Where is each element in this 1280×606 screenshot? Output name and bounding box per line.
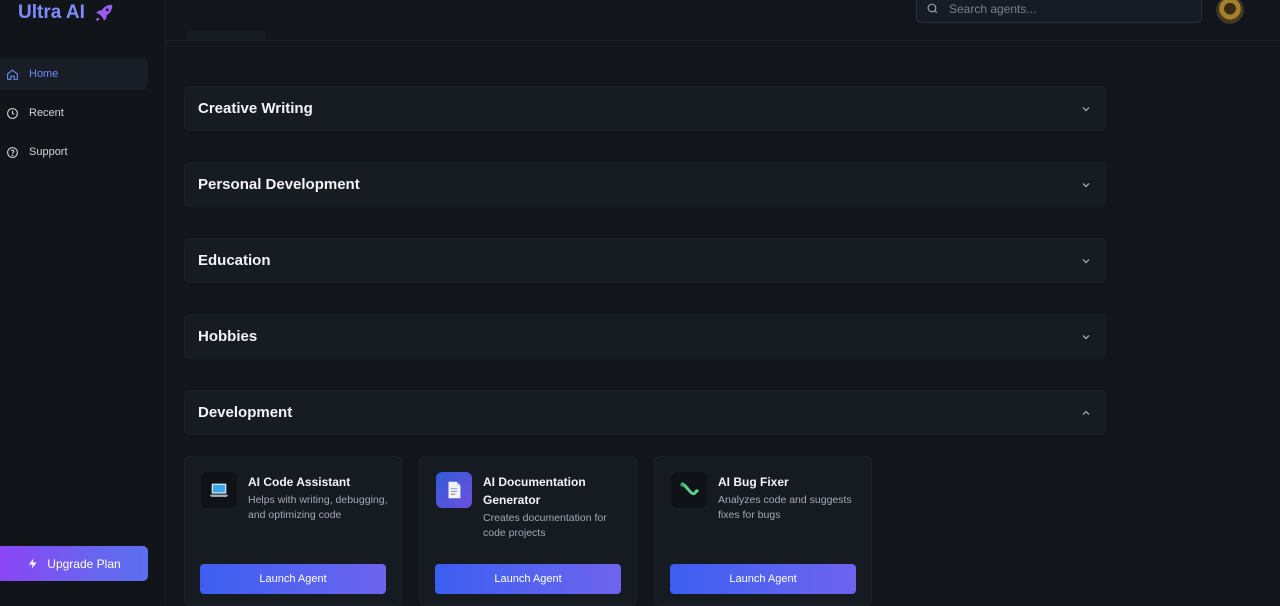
agent-card-bug-fixer: AI Bug Fixer Analyzes code and suggests …	[654, 456, 872, 606]
search-icon	[927, 3, 938, 14]
bug-icon	[680, 482, 699, 496]
home-icon	[7, 68, 18, 80]
avatar[interactable]	[1216, 0, 1244, 24]
lightning-icon	[29, 558, 37, 569]
category-title: Personal Development	[198, 176, 360, 193]
agent-title: AI Documentation Generator	[483, 475, 586, 507]
clock-icon	[7, 107, 18, 119]
sidebar-item-label: Home	[29, 68, 59, 80]
breadcrumb	[186, 30, 266, 40]
chevron-down-icon	[1082, 182, 1090, 187]
launch-agent-button[interactable]: Launch Agent	[670, 564, 856, 594]
agent-cards: AI Code Assistant Helps with writing, de…	[184, 456, 872, 606]
chevron-up-icon	[1082, 410, 1090, 415]
agent-icon-tile	[671, 472, 707, 508]
sidebar-item-label: Recent	[29, 107, 64, 119]
upgrade-plan-label: Upgrade Plan	[47, 556, 121, 571]
category-hobbies[interactable]: Hobbies	[184, 314, 1106, 359]
launch-agent-button[interactable]: Launch Agent	[200, 564, 386, 594]
sidebar-item-support[interactable]: Support	[0, 136, 148, 168]
category-title: Hobbies	[198, 328, 258, 345]
rocket-icon	[96, 4, 113, 21]
category-education[interactable]: Education	[184, 238, 1106, 283]
category-personal-development[interactable]: Personal Development	[184, 162, 1106, 207]
upgrade-plan-button[interactable]: Upgrade Plan	[0, 546, 148, 581]
agent-icon-tile	[436, 472, 472, 508]
sidebar-item-label: Support	[29, 146, 68, 158]
sidebar-item-home[interactable]: Home	[0, 58, 148, 90]
category-creative-writing[interactable]: Creative Writing	[184, 86, 1106, 131]
search-box[interactable]	[916, 0, 1202, 23]
search-input[interactable]	[947, 0, 1191, 17]
document-icon	[448, 481, 461, 499]
help-circle-icon	[7, 146, 18, 158]
app-name: Ultra AI	[18, 2, 85, 23]
launch-agent-button[interactable]: Launch Agent	[435, 564, 621, 594]
laptop-icon	[209, 483, 229, 497]
category-title: Education	[198, 252, 271, 269]
category-title: Creative Writing	[198, 100, 313, 117]
agent-card-documentation-generator: AI Documentation Generator Creates docum…	[419, 456, 637, 606]
agent-title: AI Bug Fixer	[718, 475, 789, 489]
agent-description: Analyzes code and suggests fixes for bug…	[718, 494, 852, 521]
agent-description: Helps with writing, debugging, and optim…	[248, 494, 388, 521]
top-bar	[166, 0, 1280, 41]
sidebar-item-recent[interactable]: Recent	[0, 97, 148, 129]
category-development[interactable]: Development	[184, 390, 1106, 435]
agent-icon-tile	[201, 472, 237, 508]
chevron-down-icon	[1082, 106, 1090, 111]
category-accordion: Creative Writing Personal Development Ed…	[184, 86, 1106, 466]
sidebar-nav: Home Recent Support	[0, 58, 148, 175]
agent-description: Creates documentation for code projects	[483, 512, 607, 539]
agent-card-code-assistant: AI Code Assistant Helps with writing, de…	[184, 456, 402, 606]
agent-title: AI Code Assistant	[248, 475, 351, 489]
chevron-down-icon	[1082, 258, 1090, 263]
sidebar: Ultra AI Home Recent Support Upgrade Pla…	[0, 0, 166, 602]
chevron-down-icon	[1082, 334, 1090, 339]
category-title: Development	[198, 404, 293, 421]
app-logo[interactable]: Ultra AI	[18, 0, 115, 26]
